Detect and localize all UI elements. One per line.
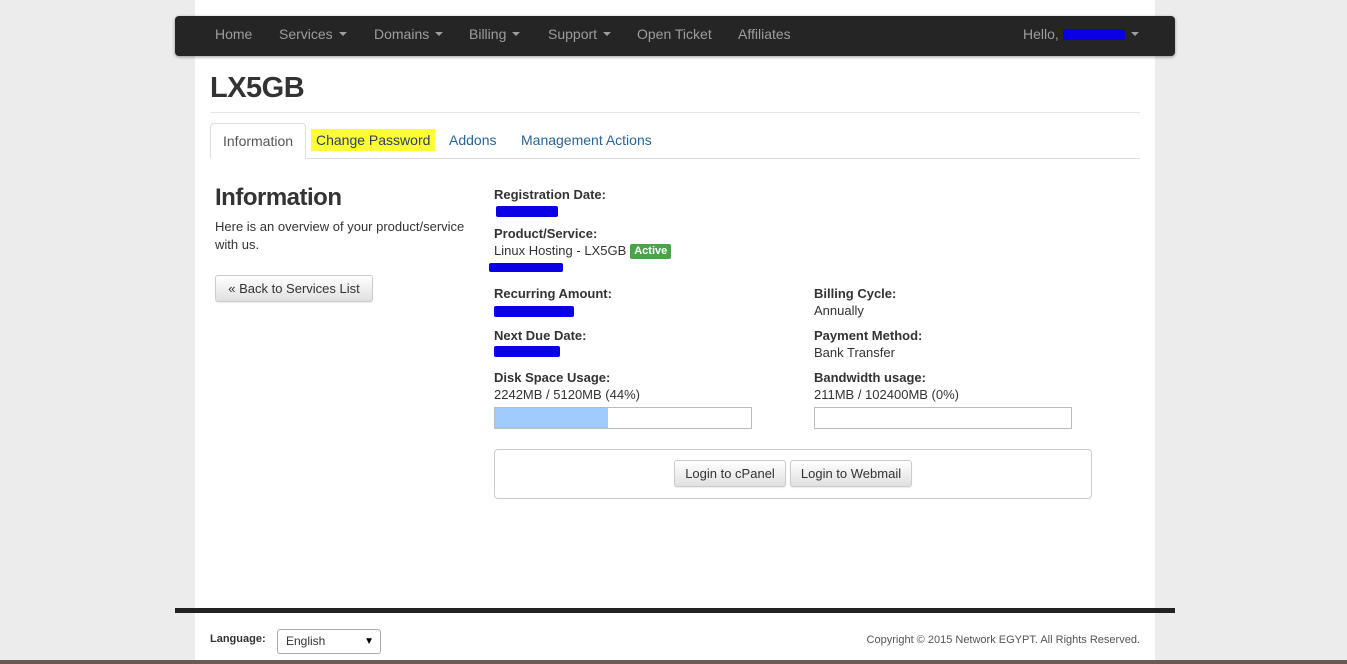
page-title: LX5GB [210, 72, 305, 104]
caret-down-icon [603, 32, 612, 37]
triangle-down-icon: ▼ [364, 636, 374, 647]
nav-support-label: Support [548, 26, 598, 42]
tab-change-password[interactable]: Change Password [311, 123, 436, 159]
nav-affiliates[interactable]: Affiliates [738, 16, 791, 56]
nav-domains-label: Domains [374, 26, 430, 42]
nav-domains[interactable]: Domains [374, 16, 444, 56]
caret-down-icon [435, 32, 444, 37]
billing-cycle-label: Billing Cycle: [814, 286, 897, 301]
nav-open-ticket[interactable]: Open Ticket [637, 16, 712, 56]
caret-down-icon [1130, 32, 1139, 37]
bandwidth-label: Bandwidth usage: [814, 370, 926, 385]
product-service-name: Linux Hosting - LX5GB [494, 243, 627, 258]
disk-space-value: 2242MB / 5120MB (44%) [494, 387, 640, 402]
bandwidth-progress [814, 407, 1072, 429]
section-heading: Information [215, 184, 342, 211]
caret-down-icon [338, 32, 347, 37]
nav-support[interactable]: Support [548, 16, 612, 56]
tab-change-password-label: Change Password [311, 129, 436, 151]
billing-cycle-value: Annually [814, 303, 864, 318]
redacted-recurring-amount [494, 306, 574, 317]
payment-method-label: Payment Method: [814, 328, 923, 343]
title-divider [210, 112, 1140, 113]
tab-management-actions[interactable]: Management Actions [521, 123, 652, 159]
disk-space-progress-fill [495, 408, 608, 428]
registration-date-label: Registration Date: [494, 187, 606, 202]
copyright-text: Copyright © 2015 Network EGYPT. All Righ… [866, 634, 1140, 646]
language-label: Language: [210, 633, 266, 645]
bottom-edge-strip [0, 660, 1347, 664]
status-badge: Active [630, 244, 672, 259]
login-cpanel-button[interactable]: Login to cPanel [674, 460, 786, 487]
nav-hello-label: Hello, [1023, 26, 1059, 42]
nav-services-label: Services [279, 26, 333, 42]
nav-billing[interactable]: Billing [469, 16, 521, 56]
page-container [195, 0, 1155, 664]
product-service-value: Linux Hosting - LX5GB Active [494, 243, 672, 259]
disk-space-progress [494, 407, 752, 429]
redacted-next-due-date [494, 346, 560, 357]
recurring-amount-label: Recurring Amount: [494, 286, 612, 301]
redacted-username [1062, 29, 1125, 40]
language-select[interactable]: English ▼ [277, 629, 381, 654]
section-description: Here is an overview of your product/serv… [215, 219, 465, 252]
footer-divider [175, 608, 1175, 613]
login-webmail-button[interactable]: Login to Webmail [790, 460, 912, 487]
nav-home[interactable]: Home [215, 16, 252, 56]
tab-information[interactable]: Information [210, 123, 307, 159]
caret-down-icon [512, 32, 521, 37]
top-navbar: Home Services Domains Billing Support Op… [175, 16, 1175, 56]
nav-services[interactable]: Services [279, 16, 347, 56]
product-service-label: Product/Service: [494, 226, 598, 241]
disk-space-label: Disk Space Usage: [494, 370, 611, 385]
payment-method-value: Bank Transfer [814, 345, 895, 360]
bandwidth-value: 211MB / 102400MB (0%) [814, 387, 959, 402]
nav-user-menu[interactable]: Hello, [1023, 16, 1139, 56]
tab-addons[interactable]: Addons [449, 123, 496, 159]
nav-billing-label: Billing [469, 26, 507, 42]
redacted-domain [489, 263, 563, 272]
redacted-registration-date [496, 206, 558, 217]
next-due-date-label: Next Due Date: [494, 328, 587, 343]
language-select-value: English [286, 634, 326, 648]
back-to-services-button[interactable]: « Back to Services List [215, 275, 373, 302]
